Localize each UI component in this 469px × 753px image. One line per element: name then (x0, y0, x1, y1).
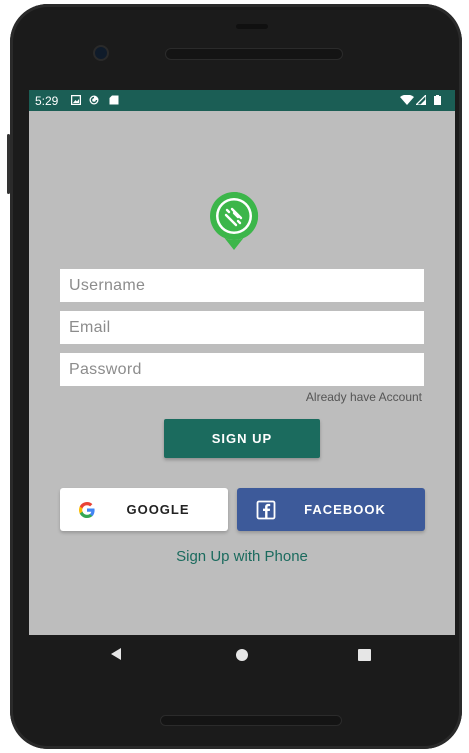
home-icon[interactable] (236, 649, 248, 661)
username-field[interactable] (60, 269, 424, 302)
top-notch (236, 24, 268, 29)
front-camera (93, 45, 109, 61)
navigation-bar (29, 635, 455, 677)
sync-notification-icon (89, 95, 99, 105)
back-icon[interactable] (109, 647, 123, 661)
sd-card-icon (109, 95, 119, 105)
already-have-account-link[interactable]: Already have Account (306, 390, 422, 404)
signal-icon (416, 95, 426, 105)
google-button-label: GOOGLE (126, 502, 190, 517)
sign-up-button[interactable]: SIGN UP (164, 419, 320, 458)
email-field[interactable] (60, 311, 424, 344)
image-notification-icon (71, 95, 81, 105)
password-field[interactable] (60, 353, 424, 386)
recents-icon[interactable] (358, 649, 371, 661)
chat-bubble-logo-icon (210, 191, 259, 250)
wifi-icon (400, 95, 414, 105)
volume-button (7, 134, 10, 194)
facebook-sign-in-button[interactable]: FACEBOOK (237, 488, 425, 531)
app-screen: 5:29 Username Email Already have Account… (29, 90, 455, 635)
status-bar: 5:29 (29, 90, 455, 111)
top-speaker (165, 48, 343, 60)
sign-up-with-phone-link[interactable]: Sign Up with Phone (29, 548, 455, 565)
facebook-button-label: FACEBOOK (304, 502, 386, 517)
battery-icon (434, 95, 441, 105)
status-time: 5:29 (35, 94, 59, 108)
google-sign-in-button[interactable]: GOOGLE (60, 488, 228, 531)
bottom-speaker (160, 715, 342, 726)
